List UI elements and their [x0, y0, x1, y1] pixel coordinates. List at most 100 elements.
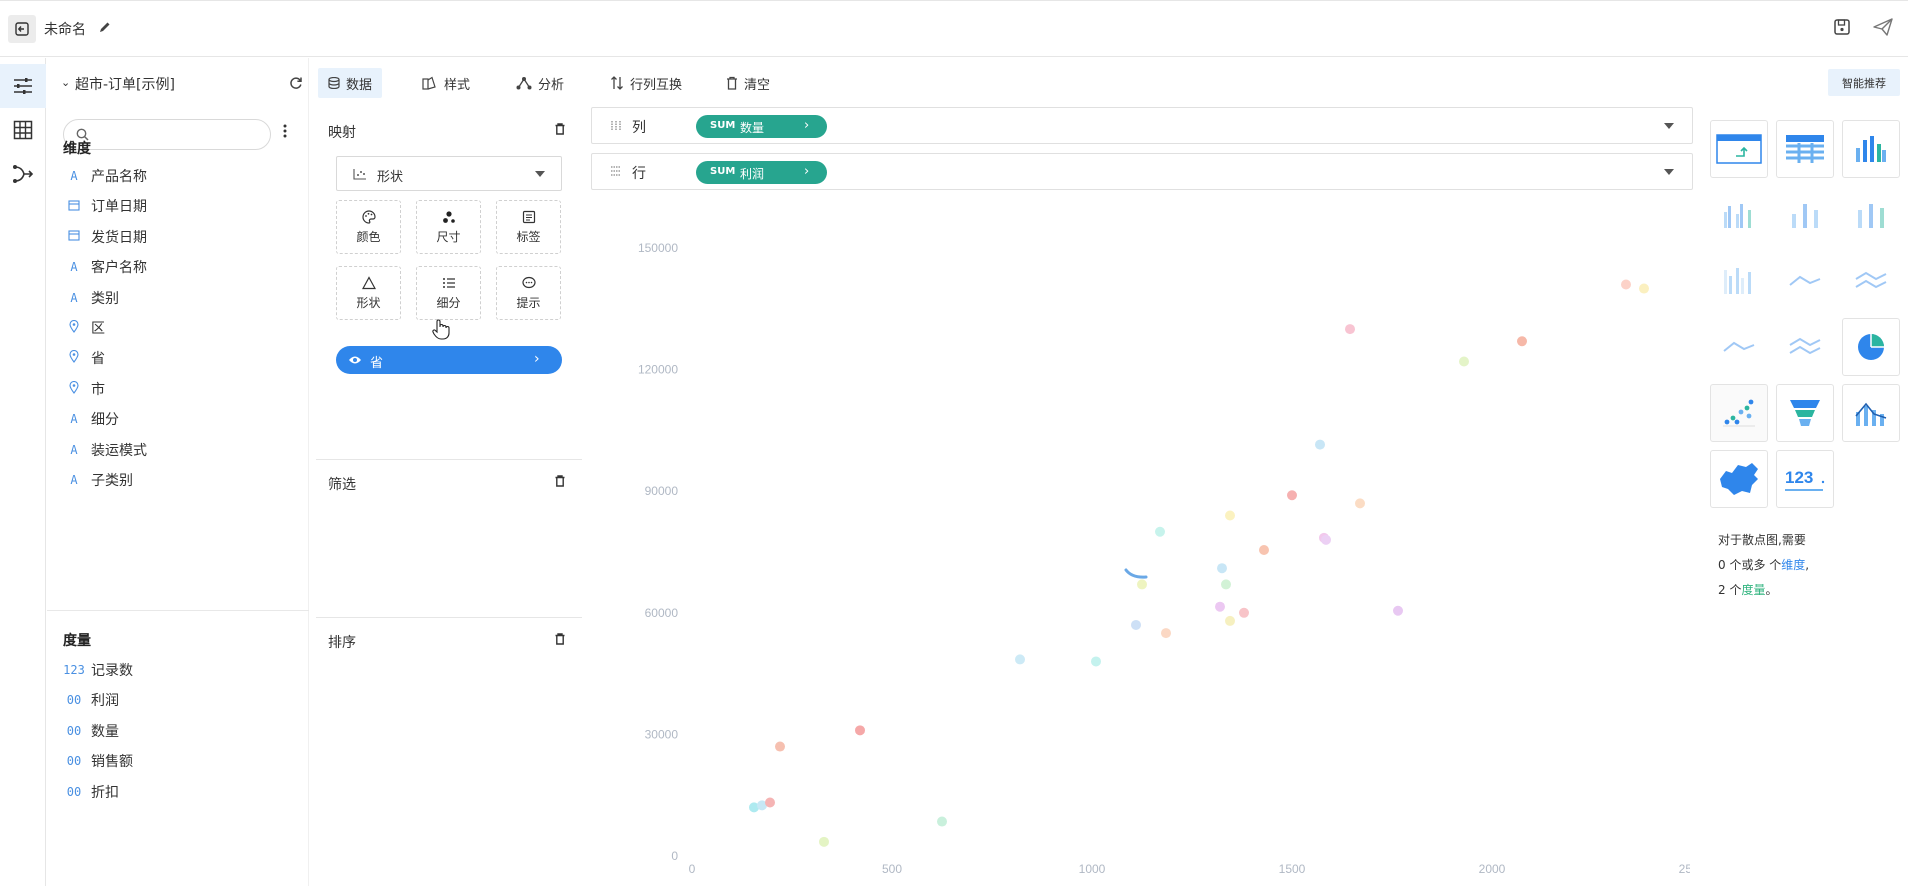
- columns-label: 列: [632, 120, 646, 136]
- clear-mapping-icon[interactable]: [555, 123, 565, 135]
- scatter-point[interactable]: [937, 816, 947, 827]
- scatter-point[interactable]: [1217, 563, 1227, 574]
- scatter-point[interactable]: [765, 797, 775, 808]
- dimension-field[interactable]: A 细分: [63, 407, 293, 431]
- chart-type-combo[interactable]: [1842, 384, 1900, 442]
- encoding-shape[interactable]: 形状: [336, 266, 401, 320]
- dimension-field[interactable]: 区: [63, 316, 293, 340]
- chevron-down-icon[interactable]: [1664, 123, 1674, 129]
- measure-field[interactable]: 00 利润: [63, 688, 293, 712]
- measure-field[interactable]: 00 销售额: [63, 749, 293, 773]
- chart-type-pie[interactable]: [1842, 318, 1900, 376]
- tab-style[interactable]: 样式: [412, 68, 480, 98]
- detail-field-pill[interactable]: 省 ›: [336, 346, 562, 374]
- encoding-tooltip[interactable]: 提示: [496, 266, 561, 320]
- scatter-chart[interactable]: 0 30000 60000 90000 120000 150000 0 500 1000 1500…: [600, 200, 1706, 886]
- dimension-field[interactable]: 市: [63, 377, 293, 401]
- smart-recommend-button[interactable]: 智能推荐: [1828, 69, 1900, 96]
- mark-type-select[interactable]: 形状: [336, 156, 562, 191]
- chevron-down-icon[interactable]: [1664, 169, 1674, 175]
- scatter-point[interactable]: [1137, 579, 1147, 590]
- columns-shelf[interactable]: 列 SUM 数量 ›: [591, 107, 1693, 144]
- scatter-point[interactable]: [1345, 324, 1355, 335]
- scatter-point[interactable]: [1321, 534, 1331, 545]
- dimension-field[interactable]: A 客户名称: [63, 255, 293, 279]
- rail-chart-editor[interactable]: [0, 64, 46, 108]
- dimension-field[interactable]: A 子类别: [63, 468, 293, 492]
- scatter-point[interactable]: [1131, 619, 1141, 630]
- rows-shelf[interactable]: 行 SUM 利润 ›: [591, 153, 1693, 190]
- scatter-point[interactable]: [775, 741, 785, 752]
- scatter-point[interactable]: [1459, 356, 1469, 367]
- scatter-point[interactable]: [855, 725, 865, 736]
- clear-filter-icon[interactable]: [555, 475, 565, 487]
- scatter-point[interactable]: [1287, 490, 1297, 501]
- encoding-label[interactable]: 标签: [496, 200, 561, 254]
- y-tick-label: 60000: [645, 606, 679, 620]
- datasource-selector[interactable]: ⌄ 超市-订单[示例]: [61, 74, 303, 94]
- tab-data[interactable]: 数据: [318, 68, 383, 98]
- more-options-icon[interactable]: [283, 124, 287, 138]
- rail-table[interactable]: [0, 108, 46, 152]
- scatter-point[interactable]: [1091, 656, 1101, 667]
- scatter-point[interactable]: [819, 836, 829, 847]
- clear-button[interactable]: 清空: [716, 68, 780, 98]
- chart-type-percent-column[interactable]: [1710, 252, 1768, 310]
- chart-type-scatter[interactable]: [1710, 384, 1768, 442]
- field-search-input[interactable]: [63, 119, 271, 150]
- chart-type-area[interactable]: [1710, 318, 1768, 376]
- scatter-point[interactable]: [1015, 654, 1025, 665]
- scatter-point[interactable]: [1315, 439, 1325, 450]
- scatter-point[interactable]: [1221, 579, 1231, 590]
- chart-type-multi-line[interactable]: [1842, 252, 1900, 310]
- scatter-point[interactable]: [1225, 510, 1235, 521]
- scatter-point[interactable]: [1239, 607, 1249, 618]
- clear-sort-icon[interactable]: [555, 633, 565, 645]
- dimension-field[interactable]: A 类别: [63, 286, 293, 310]
- rail-flow[interactable]: [0, 152, 46, 196]
- scatter-point[interactable]: [1639, 283, 1649, 294]
- edit-title-icon[interactable]: [98, 19, 112, 35]
- refresh-icon[interactable]: [289, 76, 303, 90]
- dimension-field[interactable]: A 产品名称: [63, 164, 293, 188]
- chart-type-line[interactable]: [1776, 252, 1834, 310]
- chart-type-map[interactable]: [1710, 450, 1768, 508]
- swap-axes-button[interactable]: 行列互换: [600, 68, 692, 98]
- encoding-detail[interactable]: 细分: [416, 266, 481, 320]
- scatter-point[interactable]: [1161, 628, 1171, 639]
- chart-type-column[interactable]: [1842, 120, 1900, 178]
- back-button[interactable]: [8, 15, 36, 43]
- scatter-point[interactable]: [1215, 601, 1225, 612]
- scatter-point[interactable]: [1225, 615, 1235, 626]
- scatter-point[interactable]: [1259, 544, 1269, 555]
- number-kpi-icon: 123: [1785, 468, 1825, 491]
- dimension-field[interactable]: 省: [63, 346, 293, 370]
- chart-type-multi-column[interactable]: [1776, 186, 1834, 244]
- measure-field[interactable]: 00 折扣: [63, 780, 293, 804]
- save-icon[interactable]: [1832, 17, 1852, 37]
- chart-type-grouped-column[interactable]: [1710, 186, 1768, 244]
- field-type-icon: 123: [63, 663, 85, 677]
- measure-field[interactable]: 00 数量: [63, 719, 293, 743]
- chart-type-stacked-column[interactable]: [1842, 186, 1900, 244]
- chart-type-table[interactable]: [1776, 120, 1834, 178]
- scatter-point[interactable]: [1355, 498, 1365, 509]
- scatter-point[interactable]: [1621, 279, 1631, 290]
- scatter-point[interactable]: [1393, 605, 1403, 616]
- chart-type-funnel[interactable]: [1776, 384, 1834, 442]
- dimension-field[interactable]: 订单日期: [63, 194, 293, 218]
- dimension-field[interactable]: A 装运模式: [63, 438, 293, 462]
- encoding-color[interactable]: 颜色: [336, 200, 401, 254]
- dimension-field[interactable]: 发货日期: [63, 225, 293, 249]
- columns-field-pill[interactable]: SUM 数量 ›: [696, 115, 827, 138]
- chart-type-stacked-area[interactable]: [1776, 318, 1834, 376]
- chart-type-crosstab[interactable]: [1710, 120, 1768, 178]
- measure-field[interactable]: 123 记录数: [63, 658, 293, 682]
- rows-field-pill[interactable]: SUM 利润 ›: [696, 161, 827, 184]
- scatter-point[interactable]: [1155, 526, 1165, 537]
- publish-icon[interactable]: [1872, 17, 1894, 37]
- tab-analysis[interactable]: 分析: [506, 68, 574, 98]
- scatter-point[interactable]: [1517, 336, 1527, 347]
- encoding-size[interactable]: 尺寸: [416, 200, 481, 254]
- chart-type-kpi[interactable]: 123: [1776, 450, 1834, 508]
